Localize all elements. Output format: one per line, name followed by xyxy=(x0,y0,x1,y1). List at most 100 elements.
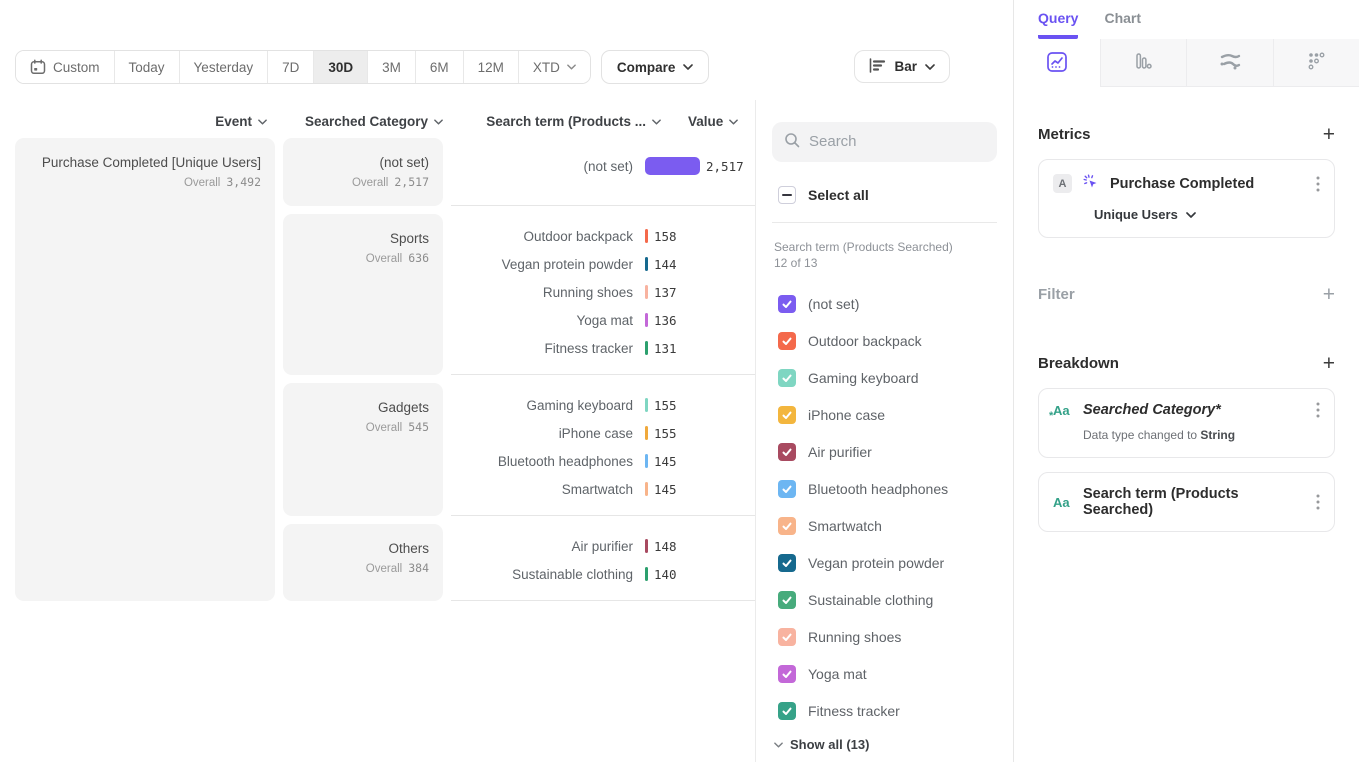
term-value: 2,517 xyxy=(706,159,744,174)
checkbox-checked[interactable] xyxy=(778,480,796,498)
column-header-value[interactable]: Value xyxy=(688,114,738,129)
category-card[interactable]: (not set)Overall2,517 xyxy=(283,138,443,206)
value-bar xyxy=(645,454,648,468)
table-row[interactable]: Running shoes137 xyxy=(451,278,755,306)
category-card[interactable]: SportsOverall636 xyxy=(283,214,443,375)
bar-chart-icon xyxy=(869,58,886,76)
filter-item[interactable]: Outdoor backpack xyxy=(772,322,997,359)
tab-query[interactable]: Query xyxy=(1038,10,1078,39)
table-row[interactable]: Fitness tracker131 xyxy=(451,334,755,362)
date-range-3m[interactable]: 3M xyxy=(368,51,416,83)
breakdown-header: Breakdown xyxy=(1038,355,1119,372)
date-range-6m[interactable]: 6M xyxy=(416,51,464,83)
filter-item[interactable]: iPhone case xyxy=(772,396,997,433)
filter-item[interactable]: Air purifier xyxy=(772,433,997,470)
filter-item[interactable]: Vegan protein powder xyxy=(772,544,997,581)
term-label: Smartwatch xyxy=(451,482,633,497)
checkbox-checked[interactable] xyxy=(778,665,796,683)
date-range-30d[interactable]: 30D xyxy=(314,51,368,83)
chart-type-dropdown[interactable]: Bar xyxy=(854,50,950,83)
add-filter-button[interactable]: + xyxy=(1323,284,1335,305)
column-header-search-term[interactable]: Search term (Products ... xyxy=(479,114,661,129)
search-input[interactable] xyxy=(809,133,985,150)
checkbox-checked[interactable] xyxy=(778,628,796,646)
filter-item[interactable]: Yoga mat xyxy=(772,655,997,692)
compare-button[interactable]: Compare xyxy=(601,50,710,84)
category-card[interactable]: OthersOverall384 xyxy=(283,524,443,601)
date-range-today[interactable]: Today xyxy=(115,51,180,83)
term-label: Yoga mat xyxy=(451,313,633,328)
table-row[interactable]: Sustainable clothing140 xyxy=(451,560,755,588)
measure-dropdown[interactable]: Unique Users xyxy=(1094,207,1320,222)
line-chart-icon xyxy=(1046,51,1068,76)
value-bar xyxy=(645,567,648,581)
checkbox-checked[interactable] xyxy=(778,443,796,461)
checkbox-checked[interactable] xyxy=(778,591,796,609)
checkbox-checked[interactable] xyxy=(778,295,796,313)
value-bar xyxy=(645,341,648,355)
table-row[interactable]: Bluetooth headphones145 xyxy=(451,447,755,475)
category-name: (not set) xyxy=(297,155,429,170)
term-value: 155 xyxy=(654,398,677,413)
flow-tab[interactable] xyxy=(1187,39,1274,87)
category-overall: Overall545 xyxy=(297,420,429,434)
search-box[interactable] xyxy=(772,122,997,162)
chevron-down-icon xyxy=(683,64,693,70)
checkbox-checked[interactable] xyxy=(778,369,796,387)
table-row[interactable]: Air purifier148 xyxy=(451,532,755,560)
kebab-menu-icon[interactable] xyxy=(1316,176,1320,192)
add-breakdown-button[interactable]: + xyxy=(1323,353,1335,374)
tab-chart[interactable]: Chart xyxy=(1104,10,1141,39)
checkbox-checked[interactable] xyxy=(778,332,796,350)
select-all-checkbox[interactable] xyxy=(778,186,796,204)
term-value: 148 xyxy=(654,539,677,554)
value-bar xyxy=(645,257,648,271)
term-label: Bluetooth headphones xyxy=(451,454,633,469)
filter-item[interactable]: Running shoes xyxy=(772,618,997,655)
checkbox-checked[interactable] xyxy=(778,406,796,424)
breakdown-card[interactable]: AaSearch term (Products Searched) xyxy=(1038,472,1335,532)
table-row[interactable]: Yoga mat136 xyxy=(451,306,755,334)
metric-card[interactable]: A Purchase Completed Un xyxy=(1038,159,1335,238)
filter-item[interactable]: Gaming keyboard xyxy=(772,359,997,396)
table-row[interactable]: Vegan protein powder144 xyxy=(451,250,755,278)
filter-item-label: Running shoes xyxy=(808,629,901,645)
filter-item[interactable]: Smartwatch xyxy=(772,507,997,544)
kebab-menu-icon[interactable] xyxy=(1316,402,1320,418)
bar-chart-tab[interactable] xyxy=(1101,39,1188,87)
column-header-searched-category[interactable]: Searched Category xyxy=(283,114,443,129)
category-card[interactable]: GadgetsOverall545 xyxy=(283,383,443,516)
event-card[interactable]: Purchase Completed [Unique Users] Overal… xyxy=(15,138,275,601)
date-range-custom[interactable]: Custom xyxy=(16,51,115,83)
add-metric-button[interactable]: + xyxy=(1323,124,1335,145)
grid-dots-tab[interactable] xyxy=(1274,39,1359,87)
show-all-toggle[interactable]: Show all (13) xyxy=(774,737,997,752)
date-range-yesterday[interactable]: Yesterday xyxy=(180,51,269,83)
date-range-12m[interactable]: 12M xyxy=(464,51,519,83)
filter-item[interactable]: (not set) xyxy=(772,285,997,322)
table-row[interactable]: Gaming keyboard155 xyxy=(451,391,755,419)
checkbox-checked[interactable] xyxy=(778,554,796,572)
checkbox-checked[interactable] xyxy=(778,517,796,535)
filter-item[interactable]: Fitness tracker xyxy=(772,692,997,729)
filter-item[interactable]: Bluetooth headphones xyxy=(772,470,997,507)
category-overall: Overall384 xyxy=(297,561,429,575)
table-row[interactable]: iPhone case155 xyxy=(451,419,755,447)
table-row[interactable]: Smartwatch145 xyxy=(451,475,755,503)
search-icon xyxy=(784,132,800,151)
date-range-xtd[interactable]: XTD xyxy=(519,51,590,83)
breakdown-card[interactable]: Aa*Searched Category*Data type changed t… xyxy=(1038,388,1335,458)
line-chart-tab[interactable] xyxy=(1014,39,1101,87)
date-range-7d[interactable]: 7D xyxy=(268,51,314,83)
filter-item-label: Fitness tracker xyxy=(808,703,900,719)
filter-item[interactable]: Sustainable clothing xyxy=(772,581,997,618)
kebab-menu-icon[interactable] xyxy=(1316,494,1320,510)
chevron-down-icon xyxy=(1186,212,1196,218)
checkbox-checked[interactable] xyxy=(778,702,796,720)
sidebar-body: Metrics + A Purchase Completed xyxy=(1014,87,1359,762)
term-label: Vegan protein powder xyxy=(451,257,633,272)
table-row[interactable]: (not set)2,517 xyxy=(451,152,755,180)
table-row[interactable]: Outdoor backpack158 xyxy=(451,222,755,250)
select-all-row[interactable]: Select all xyxy=(778,186,997,204)
column-header-event[interactable]: Event xyxy=(15,114,267,129)
